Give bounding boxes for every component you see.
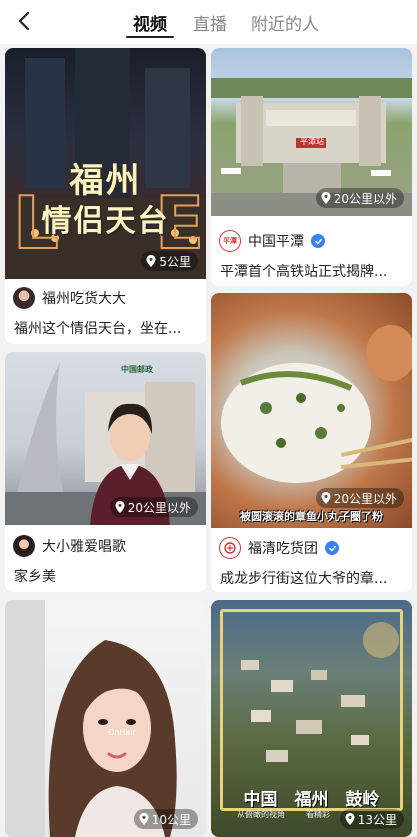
distance-text: 10公里 (151, 812, 191, 827)
video-overlay-subtitle-right: 看精彩 (306, 810, 330, 819)
distance-badge: 13公里 (339, 809, 404, 829)
distance-badge: 5公里 (141, 251, 198, 271)
video-card[interactable]: 中国邮政 20公里以外 大小雅爱唱歌 家乡美 (5, 352, 206, 592)
back-button[interactable] (12, 8, 36, 34)
active-tab-indicator (126, 36, 174, 38)
author-name: 福清吃货团 (248, 541, 318, 557)
avatar (13, 287, 35, 309)
video-thumbnail: 中国邮政 20公里以外 (5, 352, 206, 525)
tab-live[interactable]: 直播 (193, 10, 227, 35)
avatar: 平潭 (219, 230, 241, 252)
distance-badge: 10公里 (133, 809, 198, 829)
video-card[interactable]: 被圆滚滚的章鱼小丸子圈了粉 20公里以外 福清吃货团 成龙步行街这位大爷的章..… (211, 293, 412, 592)
video-description: 福州这个情侣天台，坐在... (14, 321, 182, 337)
avatar-logo-text: 平潭 (223, 237, 237, 245)
video-thumbnail: L E 福州 情侣天台 5公里 (5, 48, 206, 279)
distance-text: 5公里 (159, 254, 191, 269)
tab-videos[interactable]: 视频 (133, 10, 167, 35)
video-overlay-subtitle-left: 从俯瞰的视角 (237, 810, 285, 819)
video-description: 家乡美 (14, 569, 56, 585)
video-overlay-title-line1: 福州 (69, 161, 142, 201)
video-overlay-title-line2: 情侣天台 (41, 204, 170, 239)
brand-logo-icon (224, 542, 236, 554)
avatar (219, 537, 241, 559)
distance-text: 20公里以外 (127, 500, 191, 515)
post-office-logo: 中国邮政 (121, 365, 153, 374)
video-description: 成龙步行街这位大爷的章... (220, 571, 388, 587)
woman-portrait-image (5, 600, 177, 837)
author-row[interactable]: 大小雅爱唱歌 (13, 534, 126, 558)
distance-badge: 20公里以外 (109, 497, 198, 517)
author-name: 福州吃货大大 (42, 291, 126, 307)
tab-nearby-people[interactable]: 附近的人 (251, 10, 319, 35)
author-name: 中国平潭 (248, 234, 304, 250)
distance-badge: 20公里以外 (315, 188, 404, 208)
avatar (13, 535, 35, 557)
distance-text: 20公里以外 (333, 191, 397, 206)
video-card[interactable]: OnHair 10公里 (5, 600, 206, 837)
location-pin-icon (146, 255, 156, 267)
video-thumbnail: OnHair 10公里 (5, 600, 206, 837)
location-pin-icon (321, 192, 331, 204)
location-pin-icon (115, 501, 125, 513)
top-bar: 视频 直播 附近的人 (0, 0, 417, 44)
video-card[interactable]: 中国 福州 鼓岭 从俯瞰的视角 看精彩 13公里 (211, 600, 412, 837)
author-row[interactable]: 福州吃货大大 (13, 286, 126, 310)
station-sign: 平潭站 (300, 137, 324, 146)
location-pin-icon (139, 813, 149, 825)
video-thumbnail: 被圆滚滚的章鱼小丸子圈了粉 20公里以外 (211, 293, 412, 528)
author-row[interactable]: 福清吃货团 (219, 536, 339, 560)
video-overlay-title: 中国 福州 鼓岭 (243, 790, 380, 810)
video-thumbnail: 中国 福州 鼓岭 从俯瞰的视角 看精彩 13公里 (211, 600, 412, 837)
frame-border (221, 610, 402, 810)
video-description: 平潭首个高铁站正式揭牌... (220, 264, 388, 280)
distance-text: 13公里 (357, 812, 397, 827)
distance-text: 20公里以外 (333, 491, 397, 506)
author-row[interactable]: 平潭 中国平潭 (219, 229, 325, 253)
verified-icon (325, 541, 339, 555)
video-watermark: OnHair (108, 728, 136, 737)
chevron-left-icon (18, 11, 30, 31)
author-name: 大小雅爱唱歌 (42, 539, 126, 555)
video-card[interactable]: L E 福州 情侣天台 5公里 福州吃货大大 福州这个情侣天台，坐在... (5, 48, 206, 344)
location-pin-icon (321, 492, 331, 504)
verified-icon (311, 234, 325, 248)
video-caption: 被圆滚滚的章鱼小丸子圈了粉 (240, 510, 383, 523)
distance-badge: 20公里以外 (315, 488, 404, 508)
video-card[interactable]: 平潭站 20公里以外 平潭 中国平潭 平潭首个高铁站正式揭牌... (211, 48, 412, 286)
location-pin-icon (345, 813, 355, 825)
video-thumbnail: 平潭站 20公里以外 (211, 48, 412, 216)
